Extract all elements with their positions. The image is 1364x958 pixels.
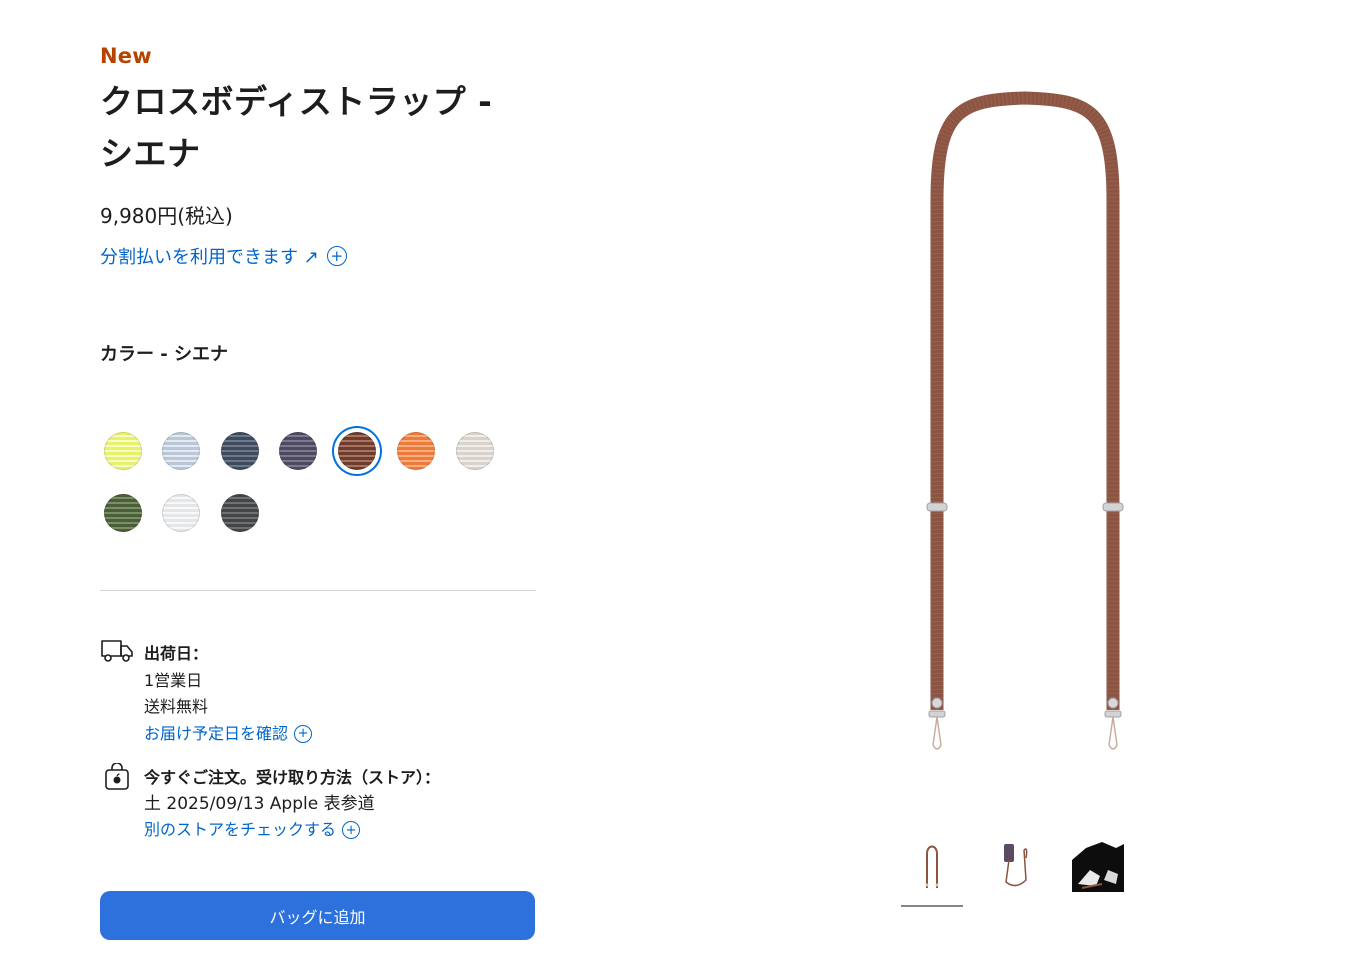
thumbnail-strap[interactable] xyxy=(906,840,958,892)
shipping-free: 送料無料 xyxy=(144,697,209,716)
swatch-navy[interactable] xyxy=(217,428,263,474)
swatch-light-blue[interactable] xyxy=(158,428,204,474)
installment-link[interactable]: 分割払いを利用できます ↗ + xyxy=(100,243,347,269)
check-other-store-label: 別のストアをチェックする xyxy=(144,820,337,839)
truck-icon xyxy=(101,640,133,662)
color-label: カラー - シエナ xyxy=(100,344,229,365)
delivery-date-link[interactable]: お届け予定日を確認 + xyxy=(144,721,313,748)
swatch-green[interactable] xyxy=(100,490,146,536)
swatch-orange[interactable] xyxy=(393,428,439,474)
plus-circle-icon[interactable]: + xyxy=(294,724,313,743)
swatch-yellow[interactable] xyxy=(100,428,146,474)
plus-circle-icon[interactable]: + xyxy=(326,246,347,266)
thumbnail-strap-with-phone[interactable] xyxy=(990,840,1042,892)
delivery-date-link-label: お届け予定日を確認 xyxy=(144,723,289,743)
pickup-info: 今すぐご注文。受け取り方法（ストア）： 土 2025/09/13 Apple 表… xyxy=(144,765,440,843)
pickup-date: 土 2025/09/13 Apple 表参道 xyxy=(144,794,375,814)
plus-circle-icon[interactable]: + xyxy=(342,821,361,839)
shipping-days: 1営業日 xyxy=(144,670,203,690)
swatch-stone[interactable] xyxy=(452,428,498,474)
product-title: クロスボディストラップ - シエナ xyxy=(100,82,493,173)
shipping-label: 出荷日： xyxy=(144,644,209,663)
thumbnail-lifestyle[interactable] xyxy=(1072,840,1124,892)
pickup-label: 今すぐご注文。受け取り方法（ストア）： xyxy=(144,768,441,787)
product-price: 9,980円(税込) xyxy=(100,204,233,228)
image-thumbnails xyxy=(900,840,1140,910)
swatch-black[interactable] xyxy=(217,490,263,536)
selected-thumbnail-indicator xyxy=(901,905,963,907)
shipping-info: 出荷日： 1営業日 送料無料 お届け予定日を確認 + xyxy=(144,641,313,748)
strap-product-image xyxy=(926,91,1124,750)
add-to-bag-button[interactable]: バッグに追加 xyxy=(100,891,535,940)
swatch-sienna[interactable] xyxy=(334,428,380,474)
apple-bag-icon xyxy=(105,763,129,790)
new-badge: New xyxy=(100,44,152,68)
check-other-store-link[interactable]: 別のストアをチェックする + xyxy=(144,817,440,843)
swatch-white[interactable] xyxy=(158,490,204,536)
installment-link-label: 分割払いを利用できます ↗ xyxy=(100,247,319,268)
divider xyxy=(100,590,536,591)
swatch-purple[interactable] xyxy=(275,428,321,474)
